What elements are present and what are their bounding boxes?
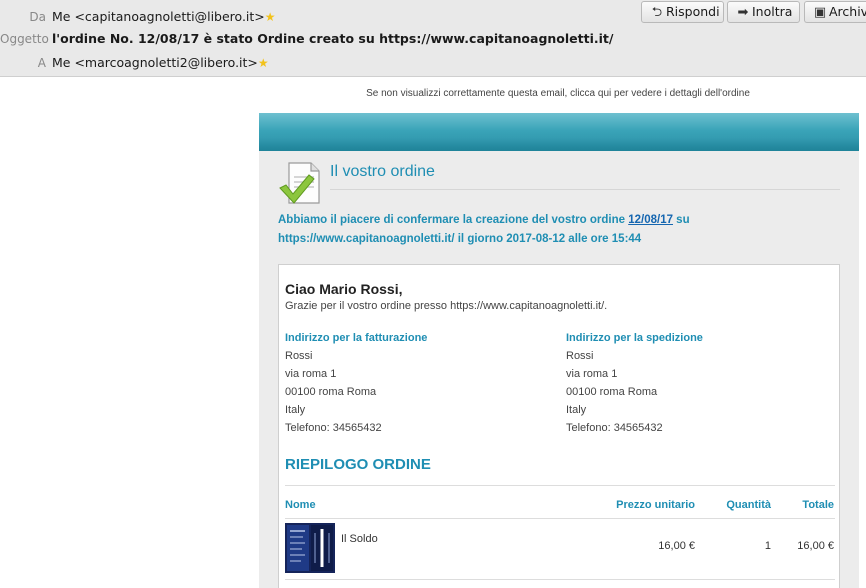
- product-name[interactable]: Il Soldo: [341, 533, 378, 545]
- banner-wave: [259, 138, 859, 151]
- billing-street: via roma 1: [285, 368, 337, 380]
- to-address[interactable]: Me <marcoagnoletti2@libero.it>: [52, 55, 258, 70]
- to-label: A: [37, 56, 46, 70]
- star-icon[interactable]: ★: [265, 10, 276, 24]
- archive-button[interactable]: ▣Archivia: [804, 1, 866, 23]
- order-title: Il vostro ordine: [330, 163, 435, 180]
- header-divider: [285, 518, 835, 519]
- column-header-total: Totale: [802, 499, 834, 511]
- shipping-street: via roma 1: [566, 368, 618, 380]
- title-divider: [330, 189, 840, 190]
- to-value[interactable]: Me <marcoagnoletti2@libero.it>★: [52, 53, 269, 73]
- thanks-text: Grazie per il vostro ordine presso https…: [285, 300, 608, 312]
- billing-heading: Indirizzo per la fatturazione: [285, 332, 428, 344]
- forward-label: Inoltra: [752, 4, 793, 19]
- billing-country: Italy: [285, 404, 306, 416]
- archive-box-icon: ▣: [813, 5, 827, 20]
- product-thumbnail[interactable]: [285, 523, 335, 573]
- order-card: Ciao Mario Rossi, Grazie per il vostro o…: [278, 264, 840, 588]
- summary-title: RIEPILOGO ORDINE: [285, 456, 431, 473]
- shipping-city: 00100 roma Roma: [566, 386, 658, 398]
- confirm-pre: Abbiamo il piacere di confermare la crea…: [278, 214, 629, 226]
- column-header-name: Nome: [285, 499, 316, 511]
- shipping-name: Rossi: [566, 350, 594, 362]
- from-address[interactable]: Me <capitanoagnoletti@libero.it>: [52, 9, 265, 24]
- message-header: Da Me <capitanoagnoletti@libero.it>★ Ogg…: [0, 0, 866, 77]
- message-body: Se non visualizzi correttamente questa e…: [0, 78, 866, 588]
- billing-address: Indirizzo per la fatturazione Rossi via …: [285, 329, 427, 437]
- greeting: Ciao Mario Rossi,: [285, 281, 403, 297]
- row-divider: [285, 579, 835, 580]
- forward-button[interactable]: ➡ Inoltra: [727, 1, 800, 23]
- shipping-country: Italy: [566, 404, 587, 416]
- shipping-heading: Indirizzo per la spedizione: [566, 332, 703, 344]
- from-value[interactable]: Me <capitanoagnoletti@libero.it>★: [52, 7, 276, 27]
- order-number-link[interactable]: 12/08/17: [628, 214, 673, 226]
- archive-label: Archivia: [829, 4, 866, 19]
- star-icon[interactable]: ★: [258, 56, 269, 70]
- email-content: Il vostro ordine Abbiamo il piacere di c…: [259, 151, 859, 588]
- summary-divider: [285, 485, 835, 486]
- confirmation-text: Abbiamo il piacere di confermare la crea…: [278, 211, 838, 249]
- column-header-quantity: Quantità: [726, 499, 771, 511]
- product-unit-price: 16,00 €: [658, 540, 695, 552]
- reply-button[interactable]: ⮌ Rispondi: [641, 1, 724, 23]
- reply-icon: ⮌: [651, 5, 663, 20]
- from-label: Da: [29, 10, 46, 24]
- column-header-unit-price: Prezzo unitario: [616, 499, 695, 511]
- billing-phone: Telefono: 34565432: [285, 422, 382, 434]
- subject-label: Oggetto: [0, 32, 49, 46]
- shipping-address: Indirizzo per la spedizione Rossi via ro…: [566, 329, 703, 437]
- product-total: 16,00 €: [797, 540, 834, 552]
- order-document-icon: [279, 162, 320, 204]
- billing-name: Rossi: [285, 350, 313, 362]
- billing-city: 00100 roma Roma: [285, 386, 377, 398]
- product-quantity: 1: [764, 540, 771, 552]
- subject-value: l'ordine No. 12/08/17 è stato Ordine cre…: [52, 31, 614, 46]
- view-online-notice[interactable]: Se non visualizzi correttamente questa e…: [258, 88, 858, 99]
- shipping-phone: Telefono: 34565432: [566, 422, 663, 434]
- reply-label: Rispondi: [666, 4, 720, 19]
- forward-arrow-icon: ➡: [737, 5, 749, 20]
